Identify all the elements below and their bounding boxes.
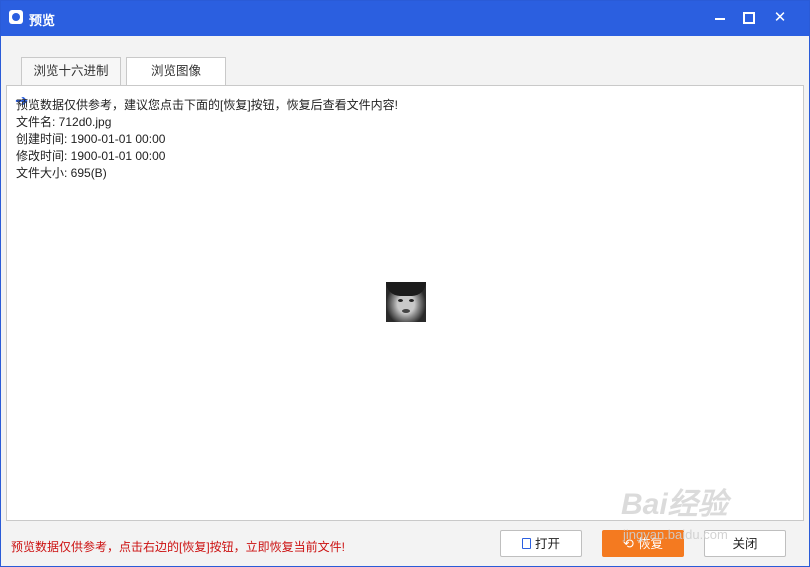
created-time: 创建时间: 1900-01-01 00:00 bbox=[16, 132, 166, 146]
app-icon bbox=[9, 10, 23, 24]
preview-notice: 预览数据仅供参考，建议您点击下面的[恢复]按钮，恢复后查看文件内容! bbox=[16, 98, 399, 112]
maximize-icon bbox=[743, 12, 755, 24]
close-label: 关闭 bbox=[732, 537, 758, 551]
modified-time: 修改时间: 1900-01-01 00:00 bbox=[16, 149, 166, 163]
window-title: 预览 bbox=[29, 13, 56, 28]
preview-window: 预览 ✕ 浏览十六进制 浏览图像 ➔ 预览数据仅供参考，建议您点击下面的[恢复]… bbox=[0, 0, 810, 567]
tab-hex-view[interactable]: 浏览十六进制 bbox=[21, 57, 121, 85]
minimize-button[interactable] bbox=[707, 5, 733, 31]
close-icon: ✕ bbox=[773, 9, 787, 26]
file-name: 文件名: 712d0.jpg bbox=[16, 115, 112, 129]
maximize-button[interactable] bbox=[736, 5, 762, 31]
watermark-logo: Bai经验 bbox=[621, 488, 728, 521]
close-window-button[interactable]: ✕ bbox=[767, 5, 793, 31]
watermark-url: jingyan.baidu.com bbox=[623, 527, 728, 542]
preview-panel: ➔ 预览数据仅供参考，建议您点击下面的[恢复]按钮，恢复后查看文件内容! 文件名… bbox=[6, 85, 804, 521]
tab-image-view[interactable]: 浏览图像 bbox=[126, 57, 226, 86]
minimize-icon bbox=[715, 18, 725, 20]
footer-notice: 预览数据仅供参考，点击右边的[恢复]按钮，立即恢复当前文件! bbox=[11, 540, 346, 554]
open-button[interactable]: 打开 bbox=[500, 530, 582, 557]
title-bar: 预览 ✕ bbox=[1, 1, 809, 36]
file-icon bbox=[521, 538, 531, 550]
file-size: 文件大小: 695(B) bbox=[16, 166, 107, 180]
open-label: 打开 bbox=[534, 537, 560, 551]
image-thumbnail bbox=[386, 282, 426, 322]
